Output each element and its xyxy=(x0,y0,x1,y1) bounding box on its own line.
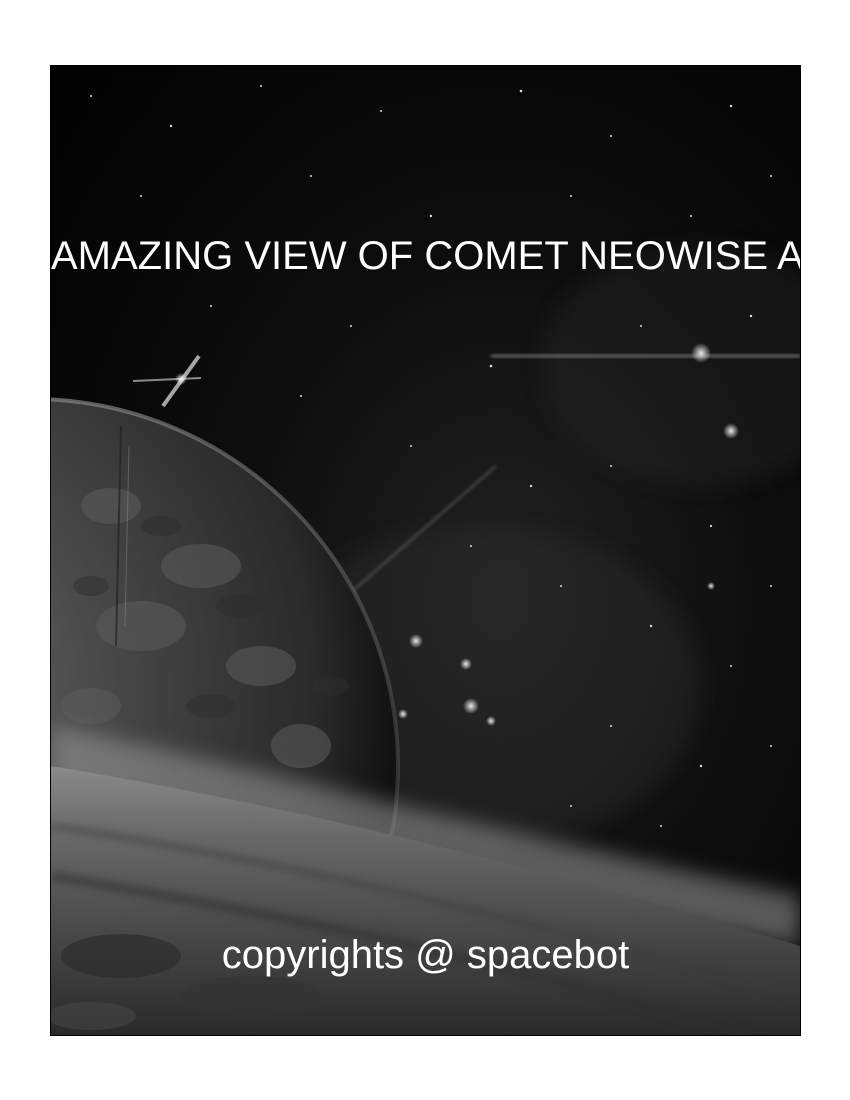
poster-image: AMAZING VIEW OF COMET NEOWISE AFTER SUNS… xyxy=(50,65,801,1036)
space-scene-illustration xyxy=(51,66,800,1035)
copyright-credit: copyrights @ spacebot xyxy=(221,933,630,977)
poster-title: AMAZING VIEW OF COMET NEOWISE AFTER SUNS… xyxy=(51,234,801,278)
